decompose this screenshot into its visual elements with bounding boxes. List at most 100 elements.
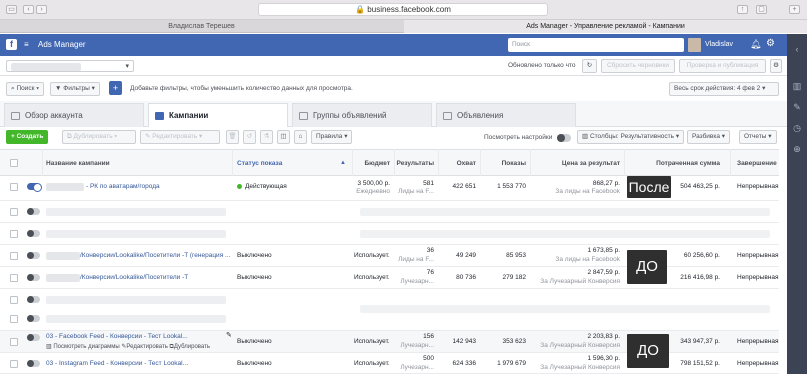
campaign-name-link[interactable]: - РК по аватарам/города: [86, 176, 160, 198]
user-name[interactable]: Vladislav: [705, 34, 733, 56]
search-button[interactable]: ⌕ Поиск ▾: [6, 82, 45, 96]
collapse-icon[interactable]: ‹: [791, 43, 803, 55]
columns-button[interactable]: ▥ Столбцы: Результативность ▾: [577, 130, 685, 144]
account-selector[interactable]: ▾: [6, 60, 134, 72]
breakdown-button[interactable]: Разбивка ▾: [687, 130, 731, 144]
level-tabs: Обзор аккаунта Кампании Группы объявлени…: [0, 101, 787, 127]
browser-tab-ads-manager[interactable]: Ads Manager - Управление рекламой - Камп…: [404, 20, 807, 33]
review-publish-button[interactable]: Проверка и публикация: [679, 59, 766, 73]
table-row[interactable]: [0, 223, 779, 245]
app-title[interactable]: Ads Manager: [38, 34, 86, 56]
new-tab-icon[interactable]: +: [789, 5, 800, 14]
col-budget[interactable]: Бюджет: [354, 150, 391, 177]
campaign-toggle[interactable]: [27, 360, 40, 367]
settings-gear-icon[interactable]: ⚙: [766, 38, 775, 50]
sidebar-toggle-icon[interactable]: ▭: [6, 5, 17, 14]
row-checkbox[interactable]: [10, 230, 18, 238]
col-results[interactable]: Результаты: [396, 150, 434, 177]
col-end[interactable]: Завершение: [737, 150, 777, 177]
columns-icon: ▥: [582, 133, 590, 140]
facebook-logo-icon[interactable]: f: [6, 39, 17, 50]
forward-icon[interactable]: ›: [36, 5, 47, 14]
table-row[interactable]: [0, 201, 779, 223]
campaign-name-link[interactable]: 03 - Instagram Feed - Конверсии - Тест L…: [46, 353, 226, 374]
sort-icon[interactable]: ▲: [340, 160, 346, 166]
row-checkbox[interactable]: [10, 315, 18, 323]
row-checkbox[interactable]: [10, 252, 18, 260]
menu-icon[interactable]: ≡: [24, 40, 29, 49]
undo-icon[interactable]: ↺: [243, 130, 256, 144]
preview-icon[interactable]: ◫: [277, 130, 290, 144]
campaign-toggle[interactable]: [27, 274, 40, 281]
select-all-checkbox[interactable]: [10, 159, 18, 167]
campaign-toggle[interactable]: [27, 183, 42, 192]
tag-icon[interactable]: ⌂: [294, 130, 307, 144]
tab-ads[interactable]: Объявления: [436, 103, 576, 127]
tabs-overview-icon[interactable]: ▢: [756, 5, 767, 14]
row-checkbox[interactable]: [10, 274, 18, 282]
campaign-toggle[interactable]: [27, 230, 40, 237]
address-bar[interactable]: 🔒 business.facebook.com: [258, 3, 548, 16]
zoom-icon[interactable]: ⊕: [791, 143, 803, 155]
notifications-icon[interactable]: 🔔︎: [750, 39, 761, 50]
date-range-picker[interactable]: Весь срок действия: 4 фев 2 ▾: [669, 82, 779, 96]
col-status[interactable]: Статус показа: [237, 150, 282, 177]
create-button[interactable]: + Создать: [6, 130, 49, 144]
edit-icon[interactable]: ✎: [791, 101, 803, 113]
test-icon[interactable]: ⚗: [260, 130, 273, 144]
col-impressions[interactable]: Показы: [482, 150, 526, 177]
delivery-status: Выключено: [237, 274, 272, 281]
campaign-name-link[interactable]: /Конверсии/Lookalike/Посетители -T (гене…: [80, 245, 230, 267]
back-icon[interactable]: ‹: [23, 5, 34, 14]
row-checkbox[interactable]: [10, 183, 18, 191]
discard-drafts-button[interactable]: Сбросить черновики: [601, 59, 675, 73]
campaign-name-link[interactable]: /Конверсии/Lookalike/Посетители -T: [80, 267, 230, 289]
campaign-toggle[interactable]: [27, 252, 40, 259]
row-checkbox[interactable]: [10, 208, 18, 216]
chart-icon[interactable]: ▥: [791, 80, 803, 92]
filters-button[interactable]: ▼ Фильтры ▾: [50, 82, 100, 96]
row-checkbox[interactable]: [10, 360, 18, 368]
refresh-icon[interactable]: ↻: [582, 59, 597, 73]
tab-account-overview[interactable]: Обзор аккаунта: [4, 103, 144, 127]
campaign-toggle[interactable]: [27, 296, 40, 303]
status-dot-icon: [237, 183, 242, 189]
campaign-toggle[interactable]: [27, 334, 40, 341]
tab-ad-sets[interactable]: Группы объявлений: [292, 103, 432, 127]
duplicate-button[interactable]: ⧉ Дублировать ▾: [62, 130, 136, 144]
col-name[interactable]: Название кампании: [46, 150, 110, 177]
impressions-cell: 85 953: [506, 252, 526, 259]
edit-pencil-icon[interactable]: ✎: [226, 331, 232, 339]
row-checkbox[interactable]: [10, 338, 18, 346]
edit-button[interactable]: ✎ Редактировать ▾: [140, 130, 220, 144]
history-icon[interactable]: ◷: [791, 122, 803, 134]
browser-toolbar: ▭ ‹ › 🔒 business.facebook.com ↑ ▢ +: [0, 0, 807, 20]
reports-button[interactable]: Отчеты ▾: [739, 130, 777, 144]
avatar[interactable]: [688, 38, 701, 52]
share-icon[interactable]: ↑: [737, 5, 748, 14]
edit-link[interactable]: ✎Редактировать: [121, 344, 167, 350]
col-cost-per-result[interactable]: Цена за результат: [532, 150, 620, 177]
rules-button[interactable]: Правила ▾: [311, 130, 353, 144]
cost-cell: 1 673,85 р. За лиды на Facebook: [555, 247, 620, 263]
col-reach[interactable]: Охват: [440, 150, 476, 177]
end-cell: Непрерывная: [737, 252, 779, 259]
col-amount-spent[interactable]: Потраченная сумма: [626, 150, 720, 177]
campaign-name-link[interactable]: 03 - Facebook Feed - Конверсии - Тест Lo…: [46, 332, 226, 342]
table-row[interactable]: [0, 289, 779, 331]
duplicate-link[interactable]: ⧉Дублировать: [170, 344, 210, 350]
search-input[interactable]: Поиск: [508, 38, 684, 52]
table-row[interactable]: - РК по аватарам/города Действующая 3 50…: [0, 176, 779, 201]
tab-campaigns[interactable]: Кампании: [148, 103, 288, 127]
settings-icon[interactable]: ⚙: [770, 59, 782, 73]
add-filter-button[interactable]: +: [109, 81, 122, 95]
delete-icon[interactable]: 🗑︎: [226, 130, 239, 144]
view-settings-toggle[interactable]: [557, 134, 571, 142]
budget-cell: Использует...: [354, 252, 390, 259]
row-checkbox[interactable]: [10, 296, 18, 304]
browser-tab-profile[interactable]: Владислав Терешев: [0, 20, 403, 33]
view-charts-link[interactable]: ▥ Посмотреть диаграммы: [46, 344, 120, 350]
campaign-toggle[interactable]: [27, 208, 40, 215]
campaign-toggle[interactable]: [27, 315, 40, 322]
filter-hint: Добавьте фильтры, чтобы уменьшить количе…: [130, 85, 353, 92]
